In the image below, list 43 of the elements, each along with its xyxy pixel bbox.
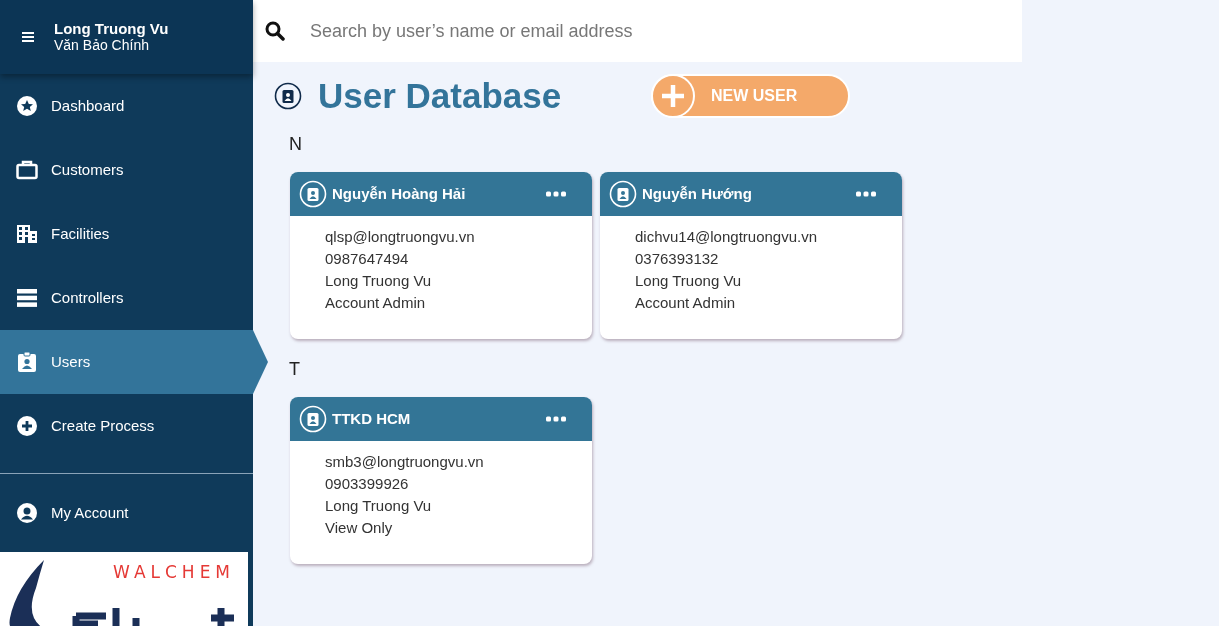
page-title: User Database [318,74,563,117]
more-options-icon[interactable] [546,191,566,197]
user-phone: 0987647494 [325,249,410,269]
plus-circle-icon [17,416,37,436]
selection-pointer [253,330,268,394]
id-badge-icon [274,82,302,110]
user-email: smb3@longtruongvu.vn [325,452,485,472]
group-letter: N [289,133,303,156]
my-account-link[interactable]: My Account [0,474,253,552]
group-letter: T [289,358,301,381]
user-company: Long Truong Vu [325,271,433,291]
user-email: qlsp@longtruongvu.vn [325,227,476,247]
user-circle-icon [17,503,37,523]
id-badge-icon [299,405,327,433]
user-name: Nguyễn Hoàng Hải [332,183,467,204]
more-options-icon[interactable] [856,191,876,197]
user-company: Long Truong Vu [635,271,743,291]
user-email: dichvu14@longtruongvu.vn [635,227,818,247]
user-role: Account Admin [635,293,737,313]
sidebar-item[interactable]: Controllers [0,266,253,330]
id-badge-icon [18,352,36,372]
more-options-icon[interactable] [546,416,566,422]
sidebar-item[interactable]: Dashboard [0,74,253,138]
logo-text: WALCHEM [113,561,236,584]
id-badge-icon [299,180,327,208]
menu-icon[interactable] [22,32,34,42]
user-name: Nguyễn Hướng [642,183,753,204]
briefcase-icon [16,160,38,180]
id-badge-icon [609,180,637,208]
sidebar-item[interactable]: Facilities [0,202,253,266]
user-role: Account Admin [325,293,427,313]
user-name: Văn Bảo Chính [54,37,150,53]
search-field[interactable]: Search by user’s name or email address [253,0,1022,62]
user-role: View Only [325,518,394,538]
user-phone: 0903399926 [325,474,410,494]
sidebar-item[interactable]: Customers [0,138,253,202]
sidebar-item[interactable]: Create Process [0,394,253,458]
organization-name: Long Truong Vu [54,21,169,37]
user-company: Long Truong Vu [325,496,433,516]
user-phone: 0376393132 [635,249,720,269]
building-icon [16,224,38,244]
server-icon [16,289,38,307]
user-name: TTKD HCM [332,408,412,429]
